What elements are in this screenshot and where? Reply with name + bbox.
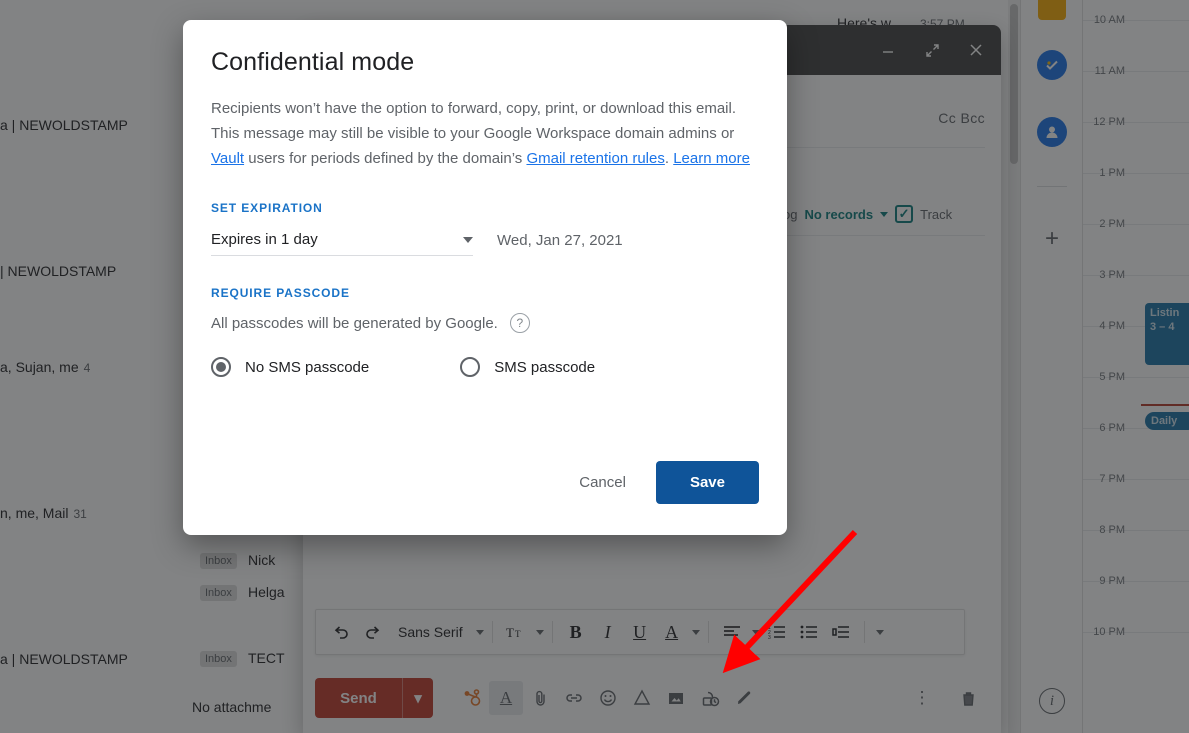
gmail-retention-rules-link[interactable]: Gmail retention rules [526, 150, 664, 167]
description-text: . [664, 150, 674, 167]
dialog-description: Recipients won’t have the option to forw… [211, 96, 759, 171]
description-text: users for periods defined by the domain’… [244, 150, 527, 167]
dialog-actions: Cancel Save [563, 461, 759, 504]
set-expiration-label: SET EXPIRATION [211, 201, 323, 215]
gmail-confidential-mode-screen: a | NEWOLDSTAMP | NEWOLDSTAMP a, Sujan, … [0, 0, 1189, 733]
require-passcode-label: REQUIRE PASSCODE [211, 286, 350, 300]
vault-link[interactable]: Vault [211, 150, 244, 167]
expiration-select[interactable]: Expires in 1 day [211, 231, 473, 256]
radio-sms-passcode[interactable]: SMS passcode [460, 357, 595, 377]
radio-unselected-icon[interactable] [460, 357, 481, 377]
radio-label: SMS passcode [494, 358, 596, 376]
description-text: Recipients won’t have the option to forw… [211, 100, 736, 142]
save-button[interactable]: Save [655, 461, 759, 504]
help-icon[interactable]: ? [509, 313, 530, 333]
dialog-title: Confidential mode [211, 48, 415, 76]
radio-selected-icon[interactable] [211, 357, 231, 377]
learn-more-link[interactable]: Learn more [673, 150, 750, 167]
expiration-value: Expires in 1 day [211, 231, 318, 248]
passcode-options: No SMS passcode SMS passcode [211, 357, 759, 377]
expiration-date: Wed, Jan 27, 2021 [497, 232, 623, 249]
radio-label: No SMS passcode [245, 358, 370, 376]
confidential-mode-dialog: Confidential mode Recipients won’t have … [183, 20, 787, 535]
passcode-note: All passcodes will be generated by Googl… [211, 314, 498, 332]
chevron-down-icon[interactable] [463, 236, 473, 243]
cancel-button[interactable]: Cancel [563, 464, 642, 501]
radio-no-sms-passcode[interactable]: No SMS passcode [211, 357, 369, 377]
expiration-row: Expires in 1 day Wed, Jan 27, 2021 [211, 231, 759, 256]
passcode-note-row: All passcodes will be generated by Googl… [211, 313, 759, 333]
